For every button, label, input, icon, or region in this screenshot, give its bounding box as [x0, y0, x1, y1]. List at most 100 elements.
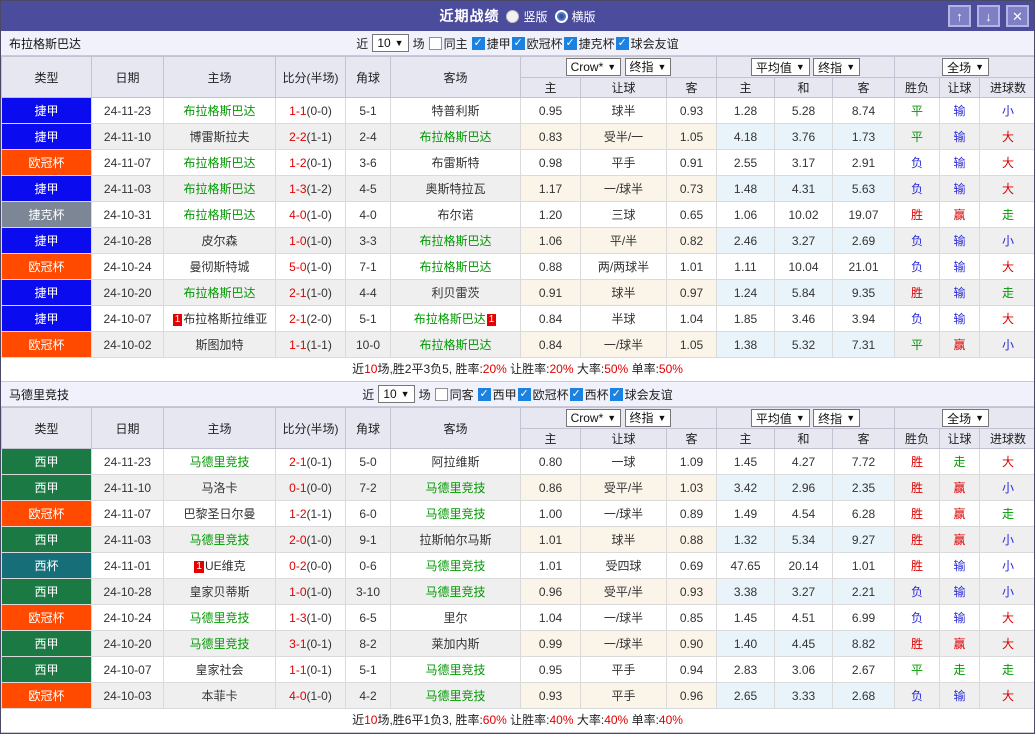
table-row[interactable]: 西杯 24-11-01 1 UE维克 0-2(0-0) 0-6 马德里竞技 1.0…	[1, 552, 1034, 579]
table-row[interactable]: 欧冠杯 24-10-24 马德里竞技 1-3(1-0) 6-5 里尔 1.04 …	[1, 604, 1034, 631]
scope-select[interactable]: 全场 ▼	[942, 409, 989, 427]
match-count-select[interactable]: 10 ▼	[372, 34, 409, 52]
layout-radio-vertical[interactable]: 竖版	[506, 8, 548, 25]
team-label[interactable]: 巴黎圣日尔曼	[183, 507, 255, 521]
table-row[interactable]: 西甲 24-10-07 皇家社会 1-1(0-1) 5-1 马德里竞技 0.95…	[1, 656, 1034, 683]
team-label[interactable]: 马德里竞技	[425, 481, 485, 495]
team-label[interactable]: 布拉格斯巴达	[183, 104, 255, 118]
league-filter[interactable]: ✓ 捷克杯	[563, 35, 615, 52]
radio-unselected-icon[interactable]	[554, 9, 568, 23]
league-checkbox[interactable]: ✓	[477, 387, 491, 401]
league-filter[interactable]: ✓ 西甲	[477, 386, 517, 403]
team-label[interactable]: 马德里竞技	[189, 533, 249, 547]
league-filter[interactable]: ✓ 捷甲	[471, 35, 511, 52]
same-side-filter[interactable]: 同客	[434, 386, 474, 403]
table-row[interactable]: 欧冠杯 24-11-07 巴黎圣日尔曼 1-2(1-1) 6-0 马德里竞技 1…	[1, 500, 1034, 527]
team-label[interactable]: 马德里竞技	[425, 663, 485, 677]
team-label[interactable]: 特普利斯	[431, 104, 479, 118]
table-row[interactable]: 西甲 24-10-28 皇家贝蒂斯 1-0(1-0) 3-10 马德里竞技 0.…	[1, 578, 1034, 605]
team-label[interactable]: 莱加内斯	[431, 637, 479, 651]
team-label[interactable]: 博雷斯拉夫	[189, 130, 249, 144]
team-label[interactable]: 布拉格斯拉维亚	[183, 312, 267, 326]
league-filter[interactable]: ✓ 球会友谊	[609, 386, 673, 403]
team-label[interactable]: 布拉格斯巴达	[419, 338, 491, 352]
league-filter[interactable]: ✓ 球会友谊	[615, 35, 679, 52]
league-checkbox[interactable]: ✓	[511, 36, 525, 50]
team-label[interactable]: 马洛卡	[201, 481, 237, 495]
same-side-filter[interactable]: 同主	[428, 35, 468, 52]
move-down-button[interactable]: ↓	[977, 5, 1000, 27]
league-checkbox[interactable]: ✓	[609, 387, 623, 401]
close-button[interactable]: ✕	[1006, 5, 1029, 27]
table-row[interactable]: 西甲 24-10-20 马德里竞技 3-1(0-1) 8-2 莱加内斯 0.99…	[1, 630, 1034, 657]
team-label[interactable]: 布拉格斯巴达	[419, 234, 491, 248]
table-row[interactable]: 捷甲 24-10-20 布拉格斯巴达 2-1(1-0) 4-4 利贝雷茨 0.9…	[1, 279, 1034, 306]
home-team: 马德里竞技	[163, 448, 276, 475]
avg-final-select[interactable]: 终指 ▼	[813, 409, 861, 427]
team-label[interactable]: 本菲卡	[201, 689, 237, 703]
table-row[interactable]: 欧冠杯 24-10-03 本菲卡 4-0(1-0) 4-2 马德里竞技 0.93…	[1, 682, 1034, 709]
table-row[interactable]: 捷甲 24-11-10 博雷斯拉夫 2-2(1-1) 2-4 布拉格斯巴达 0.…	[1, 123, 1034, 150]
table-row[interactable]: 捷甲 24-11-23 布拉格斯巴达 1-1(0-0) 5-1 特普利斯 0.9…	[1, 97, 1034, 124]
league-checkbox[interactable]: ✓	[517, 387, 531, 401]
table-row[interactable]: 捷甲 24-10-07 1 布拉格斯拉维亚 2-1(2-0) 5-1 布拉格斯巴达…	[1, 305, 1034, 332]
team-label[interactable]: 马德里竞技	[425, 585, 485, 599]
team-label[interactable]: UE维克	[205, 559, 246, 573]
team-label[interactable]: 奥斯特拉瓦	[425, 182, 485, 196]
league-filter[interactable]: ✓ 欧冠杯	[511, 35, 563, 52]
odds-company-select[interactable]: Crow* ▼	[565, 409, 622, 428]
league-checkbox[interactable]: ✓	[563, 36, 577, 50]
match-count-select[interactable]: 10 ▼	[378, 385, 415, 403]
team-label[interactable]: 马德里竞技	[425, 689, 485, 703]
table-row[interactable]: 西甲 24-11-10 马洛卡 0-1(0-0) 7-2 马德里竞技 0.86 …	[1, 474, 1034, 501]
team-label[interactable]: 布雷斯特	[431, 156, 479, 170]
team-label[interactable]: 布拉格斯巴达	[183, 286, 255, 300]
team-label[interactable]: 马德里竞技	[425, 559, 485, 573]
table-row[interactable]: 欧冠杯 24-11-07 布拉格斯巴达 1-2(0-1) 3-6 布雷斯特 0.…	[1, 149, 1034, 176]
table-row[interactable]: 捷克杯 24-10-31 布拉格斯巴达 4-0(1-0) 4-0 布尔诺 1.2…	[1, 201, 1034, 228]
team-label[interactable]: 布拉格斯巴达	[419, 260, 491, 274]
team-label[interactable]: 马德里竞技	[425, 507, 485, 521]
avg-final-select[interactable]: 终指 ▼	[813, 58, 861, 76]
team-label[interactable]: 皮尔森	[201, 234, 237, 248]
team-label[interactable]: 马德里竞技	[189, 455, 249, 469]
odds-company-select[interactable]: Crow* ▼	[565, 58, 622, 77]
team-label[interactable]: 拉斯帕尔马斯	[419, 533, 491, 547]
league-checkbox[interactable]: ✓	[471, 36, 485, 50]
league-checkbox[interactable]: ✓	[615, 36, 629, 50]
team-label[interactable]: 布尔诺	[437, 208, 473, 222]
team-label[interactable]: 布拉格斯巴达	[183, 156, 255, 170]
radio-selected-icon[interactable]	[506, 9, 520, 23]
league-filter[interactable]: ✓ 欧冠杯	[517, 386, 569, 403]
team-label[interactable]: 布拉格斯巴达	[419, 130, 491, 144]
team-label[interactable]: 马德里竞技	[189, 637, 249, 651]
team-label[interactable]: 皇家社会	[195, 663, 243, 677]
table-row[interactable]: 欧冠杯 24-10-24 曼彻斯特城 5-0(1-0) 7-1 布拉格斯巴达 0…	[1, 253, 1034, 280]
team-label[interactable]: 斯图加特	[195, 338, 243, 352]
team-label[interactable]: 阿拉维斯	[431, 455, 479, 469]
table-row[interactable]: 西甲 24-11-03 马德里竞技 2-0(1-0) 9-1 拉斯帕尔马斯 1.…	[1, 526, 1034, 553]
team-label[interactable]: 利贝雷茨	[431, 286, 479, 300]
table-row[interactable]: 捷甲 24-10-28 皮尔森 1-0(1-0) 3-3 布拉格斯巴达 1.06…	[1, 227, 1034, 254]
odds-final-select[interactable]: 终指 ▼	[624, 408, 672, 427]
table-row[interactable]: 欧冠杯 24-10-02 斯图加特 1-1(1-1) 10-0 布拉格斯巴达 0…	[1, 331, 1034, 358]
odds-final-select[interactable]: 终指 ▼	[624, 57, 672, 76]
avg-type-select[interactable]: 平均值 ▼	[750, 409, 810, 427]
team-label[interactable]: 布拉格斯巴达	[183, 208, 255, 222]
same-side-checkbox[interactable]	[434, 387, 448, 401]
same-side-checkbox[interactable]	[428, 36, 442, 50]
scope-select[interactable]: 全场 ▼	[942, 58, 989, 76]
team-label[interactable]: 布拉格斯巴达	[183, 182, 255, 196]
team-label[interactable]: 皇家贝蒂斯	[189, 585, 249, 599]
team-label[interactable]: 里尔	[443, 611, 467, 625]
table-row[interactable]: 捷甲 24-11-03 布拉格斯巴达 1-3(1-2) 4-5 奥斯特拉瓦 1.…	[1, 175, 1034, 202]
move-up-button[interactable]: ↑	[948, 5, 971, 27]
league-filter[interactable]: ✓ 西杯	[569, 386, 609, 403]
layout-radio-horizontal[interactable]: 横版	[554, 8, 596, 25]
team-label[interactable]: 布拉格斯巴达	[414, 312, 486, 326]
team-label[interactable]: 曼彻斯特城	[189, 260, 249, 274]
table-row[interactable]: 西甲 24-11-23 马德里竞技 2-1(0-1) 5-0 阿拉维斯 0.80…	[1, 448, 1034, 475]
league-checkbox[interactable]: ✓	[569, 387, 583, 401]
team-label[interactable]: 马德里竞技	[189, 611, 249, 625]
avg-type-select[interactable]: 平均值 ▼	[750, 58, 810, 76]
